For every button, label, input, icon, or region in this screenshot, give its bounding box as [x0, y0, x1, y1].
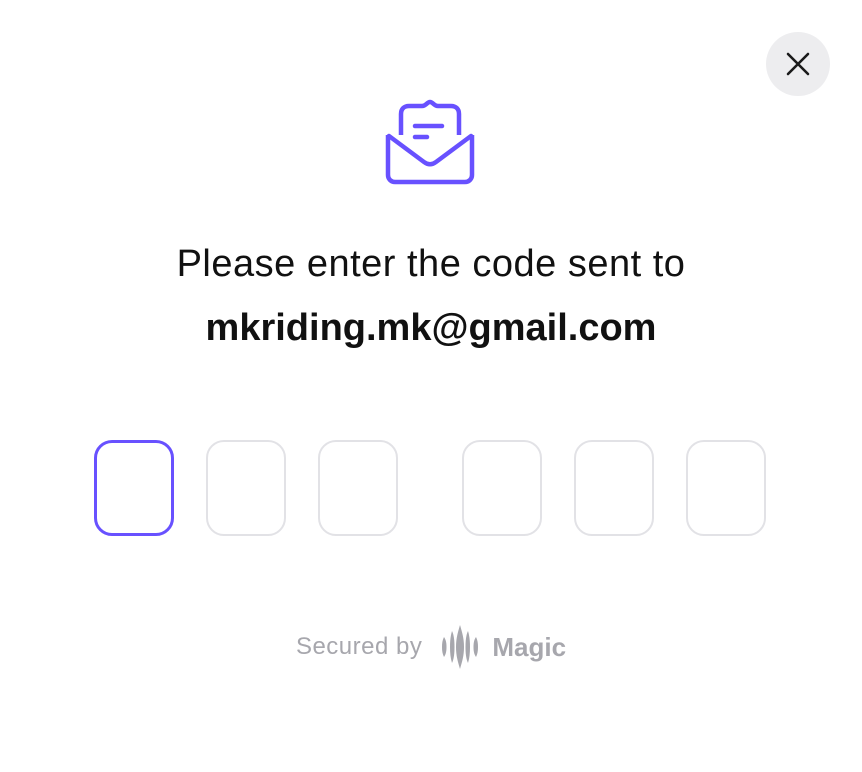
code-digit-6[interactable] [686, 440, 766, 536]
magic-brand-name: Magic [492, 631, 567, 662]
close-icon [786, 52, 810, 76]
code-digit-1[interactable] [94, 440, 174, 536]
email-otp-dialog: Please enter the code sent to mkriding.m… [0, 0, 862, 772]
close-button[interactable] [766, 32, 830, 96]
code-digit-5[interactable] [574, 440, 654, 536]
magic-brand: Magic [440, 624, 566, 670]
instruction-text: Please enter the code sent to [176, 243, 686, 285]
open-envelope-icon [384, 95, 476, 187]
secured-by-footer: Secured by Magic [0, 622, 862, 672]
email-address: mkriding.mk@gmail.com [205, 307, 657, 349]
magic-logo-icon [442, 625, 479, 669]
secured-by-label: Secured by [295, 633, 423, 660]
code-digit-3[interactable] [318, 440, 398, 536]
code-digit-4[interactable] [462, 440, 542, 536]
code-digit-2[interactable] [206, 440, 286, 536]
